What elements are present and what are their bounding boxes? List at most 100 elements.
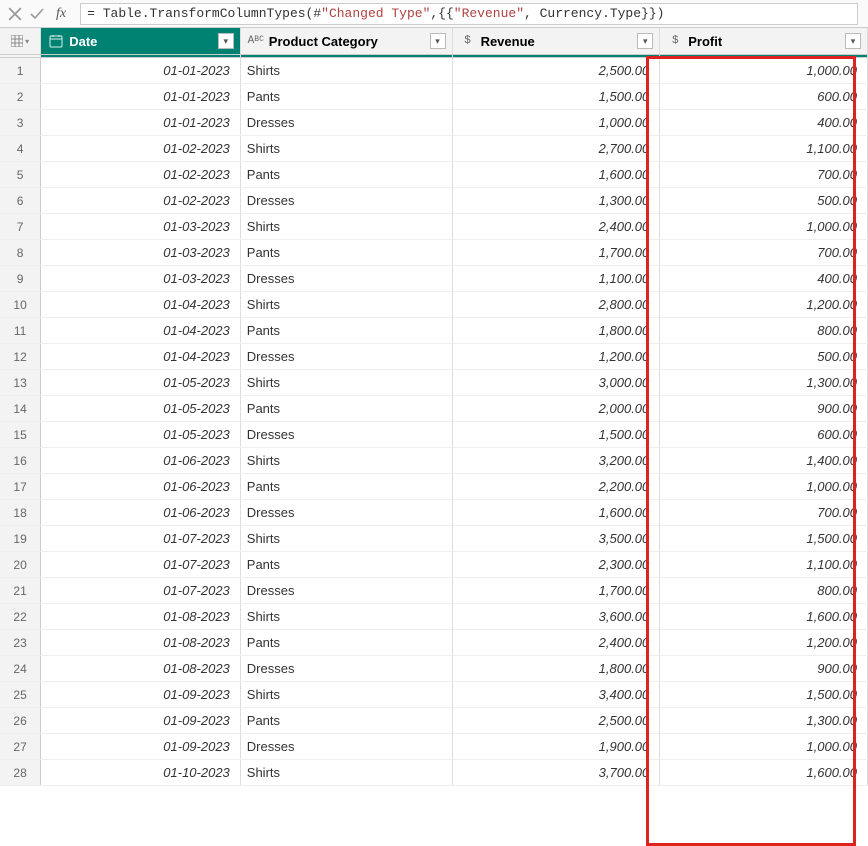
- cell-profit[interactable]: 600.00: [660, 422, 868, 448]
- cell-revenue[interactable]: 1,100.00: [452, 266, 660, 292]
- table-row[interactable]: 2301-08-2023Pants2,400.001,200.00: [0, 630, 868, 656]
- column-header-category[interactable]: ABC Product Category ▾: [240, 28, 452, 55]
- cell-category[interactable]: Dresses: [240, 344, 452, 370]
- cell-revenue[interactable]: 2,500.00: [452, 58, 660, 84]
- cell-category[interactable]: Shirts: [240, 214, 452, 240]
- cell-profit[interactable]: 1,300.00: [660, 370, 868, 396]
- filter-dropdown[interactable]: ▾: [218, 33, 234, 49]
- cell-revenue[interactable]: 1,700.00: [452, 240, 660, 266]
- cell-date[interactable]: 01-07-2023: [41, 526, 241, 552]
- row-number[interactable]: 4: [0, 136, 41, 162]
- cell-profit[interactable]: 1,000.00: [660, 214, 868, 240]
- cell-date[interactable]: 01-08-2023: [41, 630, 241, 656]
- row-number[interactable]: 13: [0, 370, 41, 396]
- table-row[interactable]: 2701-09-2023Dresses1,900.001,000.00: [0, 734, 868, 760]
- cell-profit[interactable]: 1,200.00: [660, 292, 868, 318]
- row-number[interactable]: 27: [0, 734, 41, 760]
- column-header-profit[interactable]: $ Profit ▾: [660, 28, 868, 55]
- row-number[interactable]: 25: [0, 682, 41, 708]
- row-number[interactable]: 2: [0, 84, 41, 110]
- table-row[interactable]: 2801-10-2023Shirts3,700.001,600.00: [0, 760, 868, 786]
- row-number[interactable]: 1: [0, 58, 41, 84]
- cell-date[interactable]: 01-03-2023: [41, 240, 241, 266]
- cell-revenue[interactable]: 2,800.00: [452, 292, 660, 318]
- cell-revenue[interactable]: 3,700.00: [452, 760, 660, 786]
- cell-profit[interactable]: 800.00: [660, 578, 868, 604]
- table-row[interactable]: 601-02-2023Dresses1,300.00500.00: [0, 188, 868, 214]
- table-row[interactable]: 301-01-2023Dresses1,000.00400.00: [0, 110, 868, 136]
- table-row[interactable]: 801-03-2023Pants1,700.00700.00: [0, 240, 868, 266]
- cell-category[interactable]: Dresses: [240, 734, 452, 760]
- table-row[interactable]: 1401-05-2023Pants2,000.00900.00: [0, 396, 868, 422]
- row-number[interactable]: 22: [0, 604, 41, 630]
- cell-category[interactable]: Dresses: [240, 188, 452, 214]
- column-header-date[interactable]: Date ▾: [41, 28, 241, 55]
- cell-date[interactable]: 01-01-2023: [41, 84, 241, 110]
- formula-input[interactable]: = Table.TransformColumnTypes(#"Changed T…: [80, 3, 858, 25]
- cell-profit[interactable]: 1,400.00: [660, 448, 868, 474]
- table-row[interactable]: 1201-04-2023Dresses1,200.00500.00: [0, 344, 868, 370]
- cell-profit[interactable]: 1,100.00: [660, 552, 868, 578]
- cell-date[interactable]: 01-02-2023: [41, 136, 241, 162]
- cell-date[interactable]: 01-08-2023: [41, 656, 241, 682]
- cell-date[interactable]: 01-04-2023: [41, 318, 241, 344]
- row-number[interactable]: 9: [0, 266, 41, 292]
- cell-revenue[interactable]: 1,300.00: [452, 188, 660, 214]
- cell-profit[interactable]: 1,000.00: [660, 474, 868, 500]
- cell-date[interactable]: 01-09-2023: [41, 708, 241, 734]
- row-number[interactable]: 20: [0, 552, 41, 578]
- cell-date[interactable]: 01-09-2023: [41, 734, 241, 760]
- filter-dropdown[interactable]: ▾: [430, 33, 446, 49]
- cell-profit[interactable]: 1,300.00: [660, 708, 868, 734]
- cell-date[interactable]: 01-04-2023: [41, 292, 241, 318]
- row-number[interactable]: 26: [0, 708, 41, 734]
- cell-profit[interactable]: 400.00: [660, 110, 868, 136]
- cell-profit[interactable]: 600.00: [660, 84, 868, 110]
- cell-category[interactable]: Pants: [240, 84, 452, 110]
- table-row[interactable]: 2501-09-2023Shirts3,400.001,500.00: [0, 682, 868, 708]
- cell-date[interactable]: 01-06-2023: [41, 448, 241, 474]
- cell-revenue[interactable]: 1,800.00: [452, 318, 660, 344]
- cell-revenue[interactable]: 3,600.00: [452, 604, 660, 630]
- cell-category[interactable]: Pants: [240, 630, 452, 656]
- table-row[interactable]: 2601-09-2023Pants2,500.001,300.00: [0, 708, 868, 734]
- table-row[interactable]: 1101-04-2023Pants1,800.00800.00: [0, 318, 868, 344]
- table-row[interactable]: 1801-06-2023Dresses1,600.00700.00: [0, 500, 868, 526]
- cell-category[interactable]: Shirts: [240, 370, 452, 396]
- cell-profit[interactable]: 1,000.00: [660, 734, 868, 760]
- cell-revenue[interactable]: 1,000.00: [452, 110, 660, 136]
- cell-date[interactable]: 01-09-2023: [41, 682, 241, 708]
- filter-dropdown[interactable]: ▾: [637, 33, 653, 49]
- row-number[interactable]: 16: [0, 448, 41, 474]
- cell-date[interactable]: 01-05-2023: [41, 422, 241, 448]
- cell-category[interactable]: Pants: [240, 162, 452, 188]
- row-number[interactable]: 10: [0, 292, 41, 318]
- table-row[interactable]: 201-01-2023Pants1,500.00600.00: [0, 84, 868, 110]
- cell-category[interactable]: Shirts: [240, 604, 452, 630]
- row-number[interactable]: 12: [0, 344, 41, 370]
- row-number[interactable]: 19: [0, 526, 41, 552]
- cell-date[interactable]: 01-10-2023: [41, 760, 241, 786]
- cell-category[interactable]: Dresses: [240, 110, 452, 136]
- cell-category[interactable]: Pants: [240, 318, 452, 344]
- row-number[interactable]: 6: [0, 188, 41, 214]
- cell-date[interactable]: 01-07-2023: [41, 578, 241, 604]
- cell-category[interactable]: Pants: [240, 240, 452, 266]
- cell-profit[interactable]: 1,000.00: [660, 58, 868, 84]
- cell-category[interactable]: Shirts: [240, 58, 452, 84]
- cell-profit[interactable]: 1,100.00: [660, 136, 868, 162]
- row-number[interactable]: 23: [0, 630, 41, 656]
- table-row[interactable]: 701-03-2023Shirts2,400.001,000.00: [0, 214, 868, 240]
- table-row[interactable]: 501-02-2023Pants1,600.00700.00: [0, 162, 868, 188]
- cell-category[interactable]: Dresses: [240, 578, 452, 604]
- table-row[interactable]: 1301-05-2023Shirts3,000.001,300.00: [0, 370, 868, 396]
- cell-revenue[interactable]: 2,400.00: [452, 630, 660, 656]
- cell-date[interactable]: 01-02-2023: [41, 162, 241, 188]
- cell-category[interactable]: Pants: [240, 474, 452, 500]
- cell-profit[interactable]: 500.00: [660, 344, 868, 370]
- filter-dropdown[interactable]: ▾: [845, 33, 861, 49]
- table-row[interactable]: 1701-06-2023Pants2,200.001,000.00: [0, 474, 868, 500]
- table-row[interactable]: 901-03-2023Dresses1,100.00400.00: [0, 266, 868, 292]
- row-number[interactable]: 15: [0, 422, 41, 448]
- cell-revenue[interactable]: 3,200.00: [452, 448, 660, 474]
